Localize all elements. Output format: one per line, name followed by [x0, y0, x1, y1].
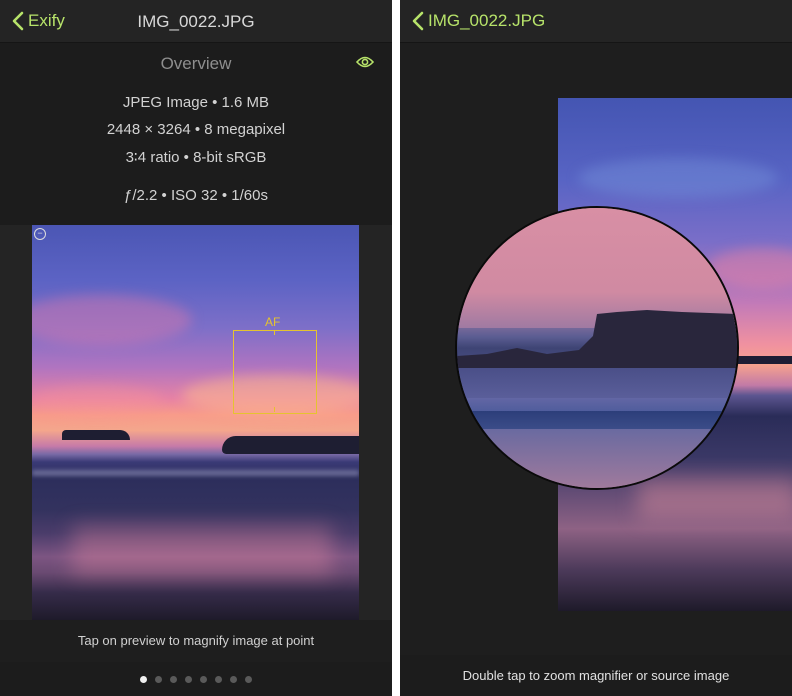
- navigation-bar: Exify IMG_0022.JPG: [0, 0, 392, 43]
- magnified-shore: [457, 429, 737, 488]
- af-point-box: [233, 330, 317, 414]
- rock: [62, 430, 130, 440]
- overview-header: Overview: [160, 54, 232, 73]
- magnifier-screen: IMG_0022.JPG Double tap to zoom magnifie…: [400, 0, 792, 696]
- zoom-out-icon[interactable]: −: [34, 228, 46, 240]
- chevron-left-icon: [412, 11, 424, 31]
- page-dot[interactable]: [200, 675, 207, 683]
- cloud: [578, 158, 778, 198]
- cloud: [32, 385, 162, 415]
- hint-text: Double tap to zoom magnifier or source i…: [462, 668, 730, 683]
- page-indicator[interactable]: [0, 662, 392, 696]
- hint-text: Tap on preview to magnify image at point: [77, 633, 315, 648]
- magnified-wave: [457, 411, 737, 429]
- page-dot[interactable]: [230, 675, 237, 683]
- page-dot[interactable]: [245, 675, 252, 683]
- af-tick: [274, 407, 275, 412]
- image-viewer[interactable]: [400, 43, 792, 655]
- page-dot[interactable]: [155, 675, 162, 683]
- page-dot[interactable]: [185, 675, 192, 683]
- rock: [222, 436, 359, 454]
- nav-title: IMG_0022.JPG: [137, 12, 255, 31]
- exif-overview-screen: Exify IMG_0022.JPG Overview JPEG Image •…: [0, 0, 392, 696]
- reflection: [72, 525, 332, 575]
- magnified-sea: [457, 368, 737, 398]
- ratio-info: 3∶4 ratio • 8-bit sRGB: [125, 149, 267, 166]
- file-info: JPEG Image • 1.6 MB: [122, 94, 270, 111]
- page-dot[interactable]: [170, 675, 177, 683]
- magnifier-circle[interactable]: [455, 206, 739, 490]
- overview-section: Overview JPEG Image • 1.6 MB 2448 × 3264…: [0, 43, 392, 225]
- page-dot[interactable]: [140, 675, 147, 683]
- back-button-label: IMG_0022.JPG: [428, 11, 546, 30]
- hint-bar: Double tap to zoom magnifier or source i…: [400, 655, 792, 696]
- navigation-bar: IMG_0022.JPG: [400, 0, 792, 43]
- page-dot[interactable]: [215, 675, 222, 683]
- hint-bar: Tap on preview to magnify image at point: [0, 620, 392, 662]
- eye-icon[interactable]: [355, 55, 375, 74]
- back-button[interactable]: IMG_0022.JPG: [412, 0, 545, 42]
- exposure-info: ƒ/2.2 • ISO 32 • 1/60s: [124, 187, 268, 204]
- af-label: AF: [265, 315, 281, 329]
- af-tick: [274, 330, 275, 335]
- dimension-info: 2448 × 3264 • 8 megapixel: [106, 121, 286, 138]
- preview-area: [0, 225, 392, 620]
- wave: [32, 470, 359, 476]
- photo-preview[interactable]: [32, 225, 359, 620]
